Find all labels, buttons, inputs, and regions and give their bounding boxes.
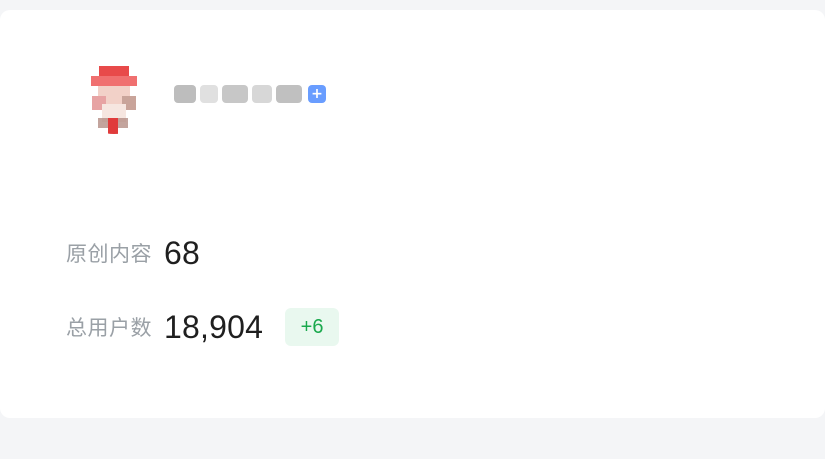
profile-header: avatar-icon + [74,54,334,134]
avatar-pixel [108,118,118,134]
redacted-text-block [252,85,272,103]
redacted-text-block [174,85,196,103]
avatar[interactable]: avatar-icon [74,54,154,134]
redacted-text-block [222,85,248,103]
avatar-pixel [91,76,137,86]
avatar-pixel [118,118,128,128]
stat-row-total-users: 总用户数 18,904 +6 [66,305,566,349]
stat-value: 18,904 [164,308,264,345]
profile-name: + [174,81,334,107]
plus-badge-icon: + [308,85,326,103]
delta-badge: +6 [285,308,340,346]
stat-row-original-content: 原创内容 68 [66,231,566,275]
stats-panel: 原创内容 68 总用户数 18,904 +6 [66,231,566,349]
stat-value: 68 [164,234,200,271]
redacted-text-block [200,85,218,103]
stat-label: 总用户数 [66,316,152,340]
stat-label: 原创内容 [66,242,152,266]
redacted-text-block [276,85,302,103]
avatar-pixel [98,118,108,128]
account-card: avatar-icon + 原创内容 68 总用户数 18,904 +6 [0,10,825,418]
